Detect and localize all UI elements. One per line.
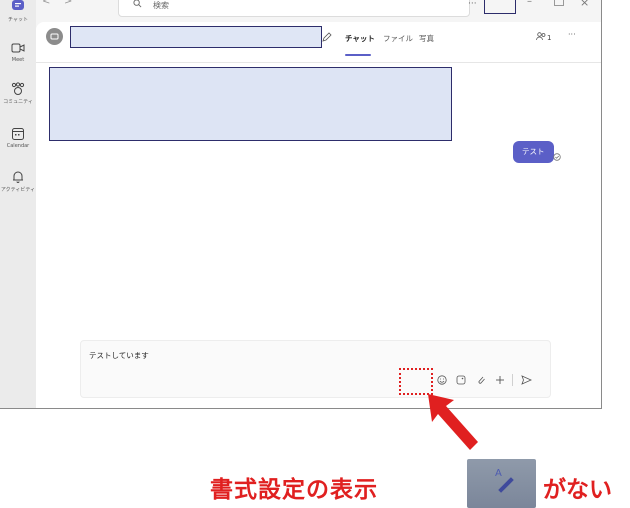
- annotation-caption: 書式設定の表示: [210, 477, 378, 503]
- active-tab-indicator: [345, 54, 371, 56]
- chat-pane: チャット ファイル 写真 1 ··· テスト テストしています: [36, 22, 601, 408]
- send-icon[interactable]: [521, 375, 532, 385]
- calendar-icon: [12, 128, 24, 140]
- minimize-button[interactable]: –: [527, 0, 532, 7]
- close-button[interactable]: ×: [580, 0, 589, 9]
- back-button[interactable]: <: [42, 0, 50, 7]
- rail-item-label: Calendar: [6, 143, 30, 149]
- rail-item-label: Meet: [11, 57, 25, 63]
- profile-redacted[interactable]: [484, 0, 516, 14]
- format-button-image: A: [467, 459, 536, 508]
- bell-icon: [13, 171, 23, 183]
- titlebar-more-button[interactable]: ···: [468, 0, 477, 9]
- app-rail: チャット Meet コミュニティ Calendar アクティビティ: [0, 0, 36, 408]
- add-icon[interactable]: [495, 375, 505, 385]
- maximize-button[interactable]: [554, 0, 564, 6]
- participants-count: 1: [547, 34, 552, 42]
- rail-item-label: アクティビティ: [0, 187, 36, 193]
- format-a-icon: A: [495, 468, 502, 479]
- rail-item-activity[interactable]: アクティビティ: [0, 170, 36, 193]
- teams-window: チャット Meet コミュニティ Calendar アクティビティ < > 検索…: [0, 0, 602, 409]
- missing-format-button-highlight: [399, 368, 433, 395]
- emoji-icon[interactable]: [437, 375, 447, 385]
- video-camera-icon: [11, 43, 25, 53]
- chat-header: チャット ファイル 写真 1 ···: [36, 22, 601, 62]
- compose-input[interactable]: テストしています: [89, 350, 149, 361]
- redacted-message: [49, 67, 452, 141]
- search-input[interactable]: 検索: [118, 0, 470, 17]
- tab-photos[interactable]: 写真: [419, 33, 434, 44]
- community-icon: [11, 82, 25, 95]
- rail-item-label: チャット: [8, 17, 28, 23]
- red-arrow-annotation: [428, 394, 478, 450]
- chat-icon: [12, 0, 24, 10]
- compose-box[interactable]: テストしています: [80, 340, 551, 398]
- avatar[interactable]: [46, 28, 63, 45]
- chat-name-redacted: [70, 26, 322, 48]
- rail-item-chat[interactable]: チャット: [0, 0, 36, 23]
- title-bar: < > 検索 ··· – ×: [36, 0, 601, 18]
- rail-item-meet[interactable]: Meet: [0, 41, 36, 63]
- attach-icon[interactable]: [476, 375, 486, 385]
- read-receipt-icon: [553, 153, 561, 161]
- rail-item-label: コミュニティ: [3, 99, 33, 105]
- search-icon: [133, 0, 142, 8]
- sent-message-bubble: テスト: [513, 141, 554, 163]
- people-icon: [536, 32, 546, 41]
- search-placeholder: 検索: [153, 1, 169, 10]
- pencil-icon[interactable]: [322, 32, 332, 42]
- chat-more-button[interactable]: ···: [568, 30, 576, 39]
- forward-button[interactable]: >: [64, 0, 72, 7]
- rail-item-community[interactable]: コミュニティ: [0, 82, 36, 105]
- tab-files[interactable]: ファイル: [383, 33, 413, 44]
- header-divider: [36, 62, 601, 63]
- rail-item-calendar[interactable]: Calendar: [0, 127, 36, 149]
- group-avatar-icon: [50, 33, 59, 40]
- sticker-icon[interactable]: [456, 375, 466, 385]
- participants-button[interactable]: 1: [536, 32, 551, 42]
- annotation-caption-suffix: がない: [543, 477, 612, 503]
- format-pen-icon: [498, 477, 514, 493]
- toolbar-divider: [512, 374, 513, 386]
- tab-chat[interactable]: チャット: [345, 33, 375, 44]
